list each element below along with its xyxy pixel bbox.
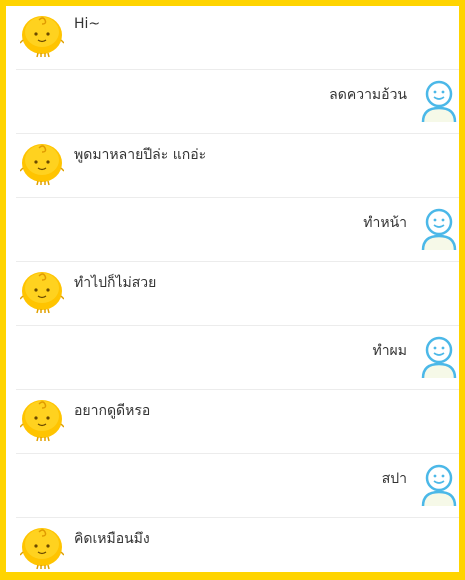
message-text: สปา: [381, 471, 407, 487]
message-text: พูดมาหลายปีล่ะ แกอ่ะ: [74, 147, 207, 163]
message-text: Hi~: [74, 16, 101, 32]
blue-person-icon: [419, 206, 459, 252]
bot-message-row: คิดเหมือนมึง: [16, 518, 459, 572]
blue-person-icon: [419, 334, 459, 380]
message-text: ทำหน้า: [363, 215, 407, 231]
blue-person-icon: [419, 462, 459, 508]
message-text: คิดเหมือนมึง: [74, 531, 150, 547]
user-message-row: ทำหน้า: [16, 198, 459, 262]
yellow-chick-icon: [19, 12, 65, 58]
message-text: ลดความอ้วน: [329, 87, 407, 103]
yellow-chick-icon: [19, 396, 65, 442]
user-message-row: สปา: [16, 454, 459, 518]
user-message-row: ลดความอ้วน: [16, 70, 459, 134]
bot-message-row: Hi~: [16, 6, 459, 70]
blue-person-icon: [419, 78, 459, 124]
message-list[interactable]: Hi~ ลดความอ้วน พูดมาหลายปีล่ะ แกอ่ะ ทำหน…: [16, 6, 459, 572]
yellow-chick-icon: [19, 524, 65, 570]
message-text: อยากดูดีหรอ: [74, 403, 151, 419]
bot-message-row: ทำไปก็ไม่สวย: [16, 262, 459, 326]
message-text: ทำไปก็ไม่สวย: [74, 275, 157, 291]
user-message-row: ทำผม: [16, 326, 459, 390]
yellow-chick-icon: [19, 268, 65, 314]
chat-window: Hi~ ลดความอ้วน พูดมาหลายปีล่ะ แกอ่ะ ทำหน…: [0, 0, 465, 580]
message-text: ทำผม: [372, 343, 407, 359]
bot-message-row: พูดมาหลายปีล่ะ แกอ่ะ: [16, 134, 459, 198]
bot-message-row: อยากดูดีหรอ: [16, 390, 459, 454]
yellow-chick-icon: [19, 140, 65, 186]
